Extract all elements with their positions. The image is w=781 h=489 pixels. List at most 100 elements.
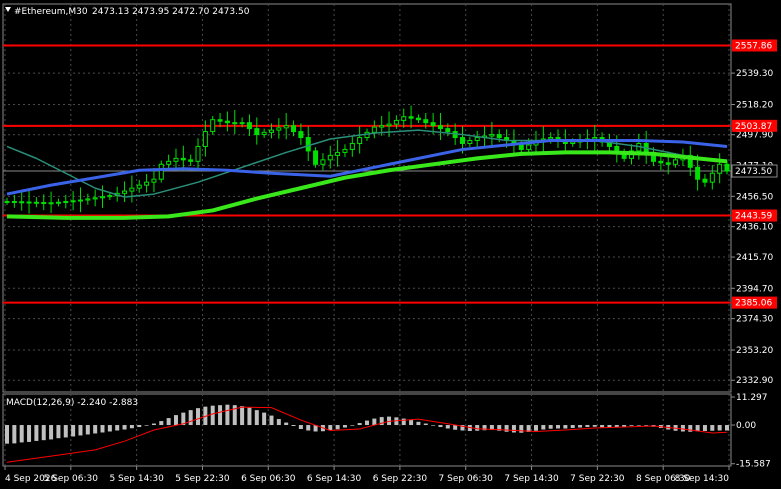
candle-body [437,125,443,130]
candle-body [144,181,150,186]
chart-canvas: 2539.302518.202497.902477.102456.502436.… [2,3,778,484]
candle-body [210,119,216,133]
macd-bar [19,425,24,443]
y-tick-label: 2497.90 [736,131,773,141]
macd-bar [717,425,722,431]
macd-bar [680,425,685,432]
x-tick-label: 6 Sep 22:30 [373,474,428,484]
x-tick-label: 5 Sep 06:30 [44,474,99,484]
candle-body [702,178,708,183]
macd-bar [218,405,223,426]
candle-body [320,159,326,165]
macd-bar [225,404,230,426]
macd-bar [85,425,90,435]
macd-bar [600,425,605,428]
candle-body [195,145,201,162]
candle-body [19,201,25,204]
candle-body [48,202,54,205]
macd-bar [629,425,634,426]
candle-body [430,122,436,127]
candle-body [107,195,113,198]
candle-body [41,202,47,205]
macd-bar [357,423,362,426]
macd-bar [644,425,649,426]
macd-bar [445,425,450,429]
macd-y-tick-label: 0.00 [736,421,756,431]
candle-body [349,142,355,150]
candle-body [665,162,671,165]
candle-body [246,122,252,130]
candle-body [268,129,274,133]
candle-body [232,122,238,125]
candle-body [217,119,223,122]
candle-body [371,126,377,133]
candle-body [173,157,179,162]
moving-averages [6,129,728,220]
macd-bar [27,425,32,442]
candle-body [63,201,69,204]
macd-bar [151,423,156,426]
macd-bar [342,425,347,428]
current-price-label: 2473.50 [735,167,772,177]
candle-body [673,159,679,165]
candle-body [313,150,319,165]
candle-body [55,201,61,204]
symbol-title: #Ethereum,M30 [14,7,88,17]
candle-body [26,201,32,204]
main-grid [2,3,732,393]
macd-bar [541,425,546,430]
macd-bar [423,423,428,426]
candle-body [305,137,311,152]
macd-indicator [5,404,729,463]
macd-signal-line [6,406,728,463]
candle-body [489,134,495,137]
x-tick-label: 5 Sep 14:30 [109,474,164,484]
macd-bar [129,425,134,429]
candle-body [180,157,186,161]
macd-bar [585,425,590,428]
macd-bar [210,405,215,426]
macd-bar [12,425,17,444]
y-tick-label: 2374.30 [736,315,773,325]
candle-body [717,163,723,174]
candle-body [188,159,194,162]
macd-bar [115,425,120,431]
macd-bar [122,425,127,430]
macd-bar [556,425,561,429]
y-tick-label: 2394.70 [736,284,773,294]
candle-body [291,125,297,133]
macd-bar [350,425,355,426]
macd-bar [335,425,340,430]
symbol-menu-icon[interactable] [5,7,11,12]
macd-bar [166,418,171,426]
candle-body [33,201,39,204]
macd-bar [416,421,421,426]
candle-body [85,198,91,201]
macd-bar [475,425,480,431]
candle-body [202,131,208,147]
macd-title: MACD(12,26,9) -2.240 -2.883 [6,398,138,408]
macd-bar [636,425,641,426]
x-tick-label: 6 Sep 14:30 [307,474,362,484]
candle-body [379,125,385,128]
candle-body [526,144,532,150]
macd-bar [688,425,693,432]
candle-body [122,190,128,194]
candle-body [548,137,554,140]
x-tick-label: 7 Sep 22:30 [570,474,625,484]
macd-bar [100,425,105,433]
x-tick-label: 5 Sep 22:30 [175,474,230,484]
candles [4,105,730,214]
candle-body [239,122,245,125]
candle-body [4,201,10,204]
macd-bar [107,425,112,432]
x-tick-label: 7 Sep 14:30 [504,474,559,484]
macd-bar [41,425,46,441]
macd-bar [247,407,252,426]
macd-bar [431,425,436,426]
candle-body [158,163,164,180]
x-tick-label: 6 Sep 06:30 [241,474,296,484]
macd-bar [188,410,193,426]
candle-body [77,199,83,202]
macd-bar [269,415,274,426]
